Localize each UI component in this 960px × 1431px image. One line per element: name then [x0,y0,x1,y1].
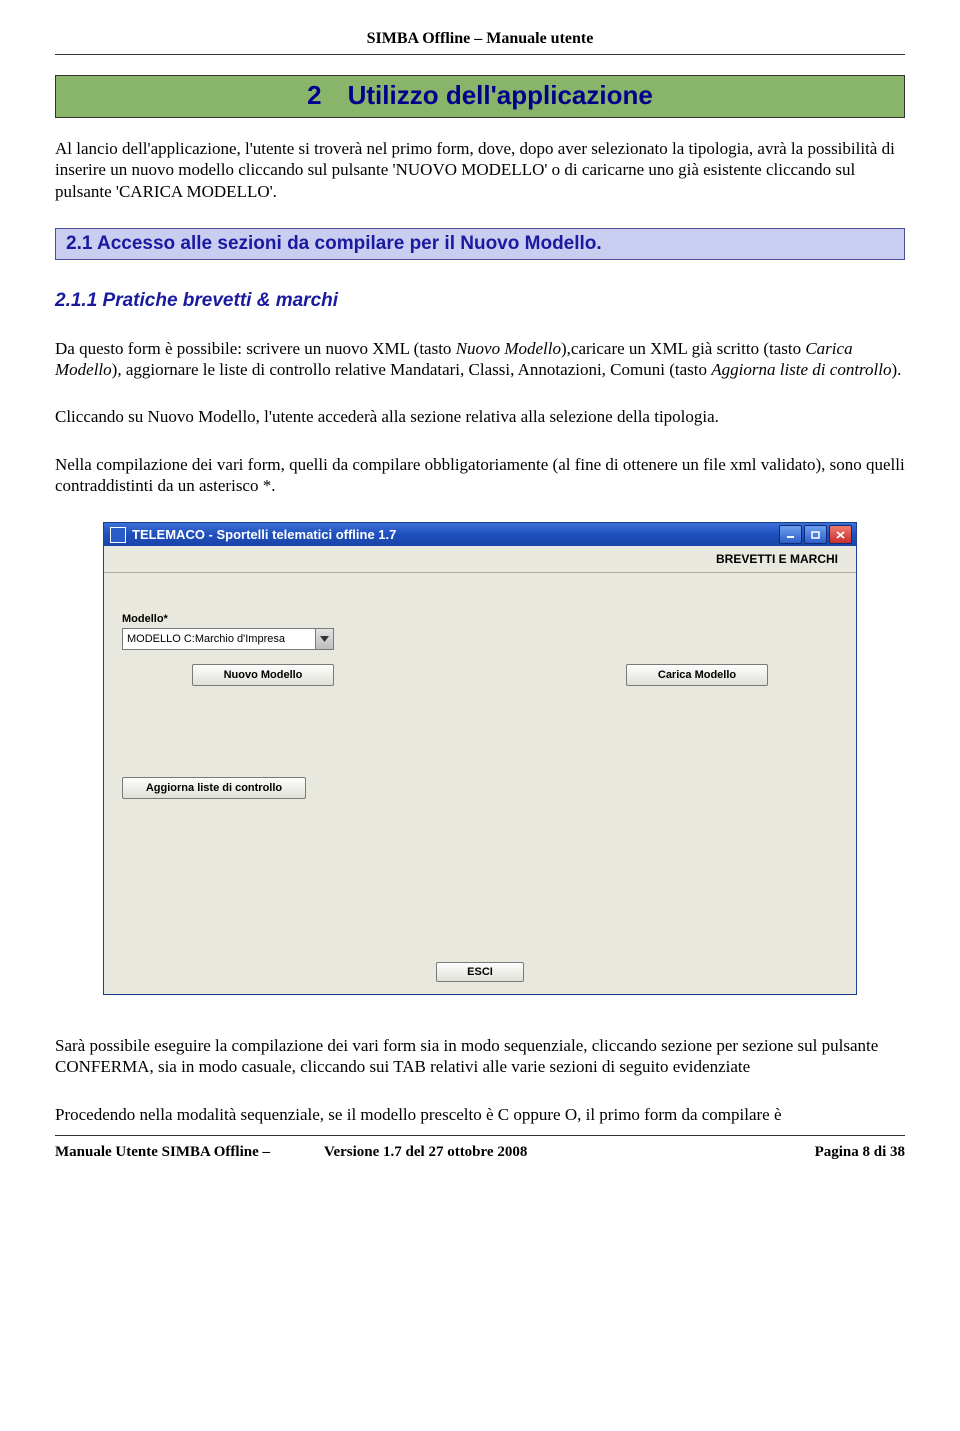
footer-mid: Versione 1.7 del 27 ottobre 2008 [324,1144,527,1161]
paragraph-5: Procedendo nella modalità sequenziale, s… [55,1104,905,1125]
modello-select[interactable]: MODELLO C:Marchio d'Impresa [122,628,334,650]
window-titlebar[interactable]: TELEMACO - Sportelli telematici offline … [104,523,856,546]
header-rule [55,54,905,55]
window-title: TELEMACO - Sportelli telematici offline … [132,527,396,542]
footer-right: Pagina 8 di 38 [815,1144,905,1161]
modello-select-value: MODELLO C:Marchio d'Impresa [123,633,315,645]
paragraph-2: Cliccando su Nuovo Modello, l'utente acc… [55,406,905,427]
paragraph-1: Da questo form è possibile: scrivere un … [55,338,905,381]
section-heading-1: 2 Utilizzo dell'applicazione [55,75,905,118]
page-footer: Manuale Utente SIMBA Offline – Versione … [55,1140,905,1173]
maximize-button[interactable] [804,525,827,544]
minimize-button[interactable] [779,525,802,544]
minimize-icon [786,531,796,539]
footer-rule [55,1135,905,1136]
esci-button[interactable]: ESCI [436,962,524,982]
text-run: ), aggiornare le liste di controllo rela… [112,360,712,379]
section-heading-2: 2.1 Accesso alle sezioni da compilare pe… [55,228,905,260]
paragraph-4: Sarà possibile eseguire la compilazione … [55,1035,905,1078]
doc-header: SIMBA Offline – Manuale utente [55,30,905,52]
text-emphasis: Nuovo Modello [456,339,561,358]
paragraph-3: Nella compilazione dei vari form, quelli… [55,454,905,497]
modello-label: Modello* [122,613,838,625]
section-title-brevetti: BREVETTI E MARCHI [104,546,856,573]
intro-paragraph: Al lancio dell'applicazione, l'utente si… [55,138,905,202]
text-run: Da questo form è possibile: scrivere un … [55,339,456,358]
text-run: ). [891,360,901,379]
section-heading-3: 2.1.1 Pratiche brevetti & marchi [55,290,905,312]
close-icon [836,531,846,539]
carica-modello-button[interactable]: Carica Modello [626,664,768,686]
embedded-app-window: TELEMACO - Sportelli telematici offline … [103,522,857,995]
close-button[interactable] [829,525,852,544]
footer-left: Manuale Utente SIMBA Offline – [55,1144,270,1161]
aggiorna-liste-button[interactable]: Aggiorna liste di controllo [122,777,306,799]
app-system-icon [110,527,126,543]
nuovo-modello-button[interactable]: Nuovo Modello [192,664,334,686]
chevron-down-icon [315,629,333,649]
text-run: ),caricare un XML già scritto (tasto [561,339,805,358]
maximize-icon [811,531,821,539]
text-emphasis: Aggiorna liste di controllo [711,360,891,379]
